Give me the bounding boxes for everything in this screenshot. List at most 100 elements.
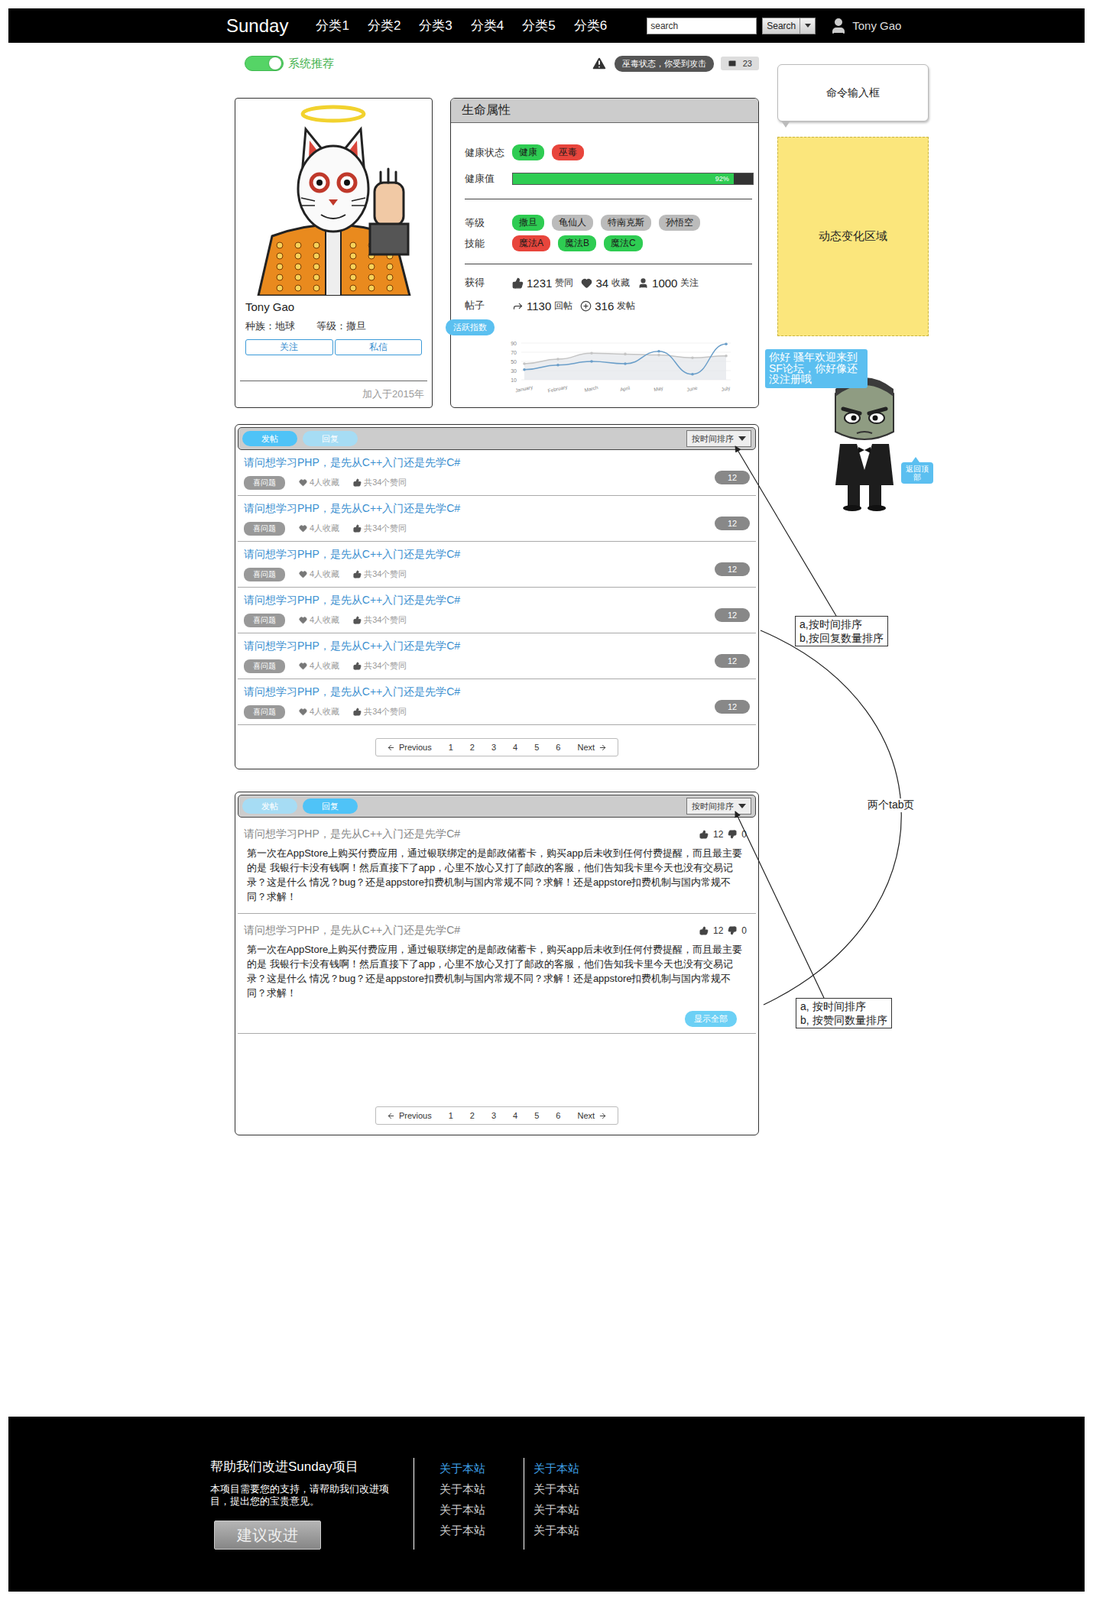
profile-button[interactable]: 私信 (334, 339, 423, 356)
tab-button[interactable]: 回复 (302, 431, 358, 447)
page-button[interactable]: 3 (491, 742, 497, 753)
reply-row: 请问想学习PHP，是先从C++入门还是先学C# 120 第一次在AppStore上购… (237, 817, 756, 915)
user-name: Tony Gao (852, 19, 902, 33)
user-menu[interactable]: Tony Gao (829, 16, 902, 36)
heart-icon (298, 707, 308, 717)
nav-item[interactable]: 分类5 (522, 16, 555, 35)
question-list: 发帖回复按时间排序请问想学习PHP，是先从C++入门还是先学C#喜问题4人收藏共… (234, 424, 759, 770)
footer-link[interactable]: 关于本站 (533, 1499, 618, 1521)
activity-badge: 活跃指数 (445, 319, 495, 336)
command-input-box[interactable]: 命令输入框 (777, 64, 929, 122)
alert-badge[interactable]: 巫毒状态，你受到攻击 (614, 55, 714, 72)
page-button[interactable]: 2 (470, 1111, 475, 1121)
thumbs-up-icon[interactable] (699, 830, 709, 840)
question-tag: 喜问题 (243, 613, 286, 628)
question-row: 请问想学习PHP，是先从C++入门还是先学C#喜问题4人收藏共34个赞同12 (237, 541, 756, 588)
question-title[interactable]: 请问想学习PHP，是先从C++入门还是先学C# (243, 502, 715, 516)
nav-item[interactable]: 分类4 (470, 16, 504, 35)
footer-link[interactable]: 关于本站 (439, 1478, 524, 1500)
page-button[interactable]: 6 (555, 1111, 561, 1121)
question-title[interactable]: 请问想学习PHP，是先从C++入门还是先学C# (243, 593, 715, 608)
skill-tag: 魔法C (603, 235, 643, 252)
footer-link[interactable]: 关于本站 (439, 1499, 524, 1521)
likes-count: 共34个赞同 (353, 476, 407, 489)
reply-title[interactable]: 请问想学习PHP，是先从C++入门还是先学C# (243, 827, 461, 842)
favorites-count: 4人收藏 (298, 614, 340, 626)
search-dropdown[interactable] (799, 18, 815, 34)
search-input[interactable] (646, 17, 757, 35)
question-tag: 喜问题 (243, 567, 286, 582)
likes-count: 共34个赞同 (353, 568, 407, 581)
reply-body: 第一次在AppStore上购买付费应用，通过银联绑定的是邮政储蓄卡，购买app后… (246, 846, 747, 905)
hp-row: 健康值92% (464, 171, 754, 187)
side-column: 命令输入框动态变化区域你好 骚年欢迎来到SF论坛，你好像还没注册哦返回顶部 (777, 42, 929, 1418)
stat-icon (580, 277, 593, 289)
page-button[interactable]: 3 (491, 1111, 497, 1121)
page-button[interactable]: 5 (534, 1111, 539, 1121)
profile-button[interactable]: 关注 (245, 339, 334, 356)
svg-text:30: 30 (510, 368, 517, 374)
footer-link[interactable]: 关于本站 (533, 1458, 618, 1479)
search-button[interactable]: Search (762, 18, 800, 34)
nav-item[interactable]: 分类2 (367, 16, 401, 35)
toggle-switch[interactable] (244, 55, 284, 72)
question-row: 请问想学习PHP，是先从C++入门还是先学C#喜问题4人收藏共34个赞同12 (237, 496, 756, 542)
thumbs-down-icon[interactable] (727, 830, 737, 840)
footer-link[interactable]: 关于本站 (533, 1520, 618, 1541)
greeting-bubble: 你好 骚年欢迎来到SF论坛，你好像还没注册哦 (765, 349, 868, 389)
next-button[interactable]: Next (577, 1111, 607, 1121)
stat-item: 1000关注 (637, 276, 699, 290)
page-button[interactable]: 6 (555, 742, 561, 753)
nav-item[interactable]: 分类6 (574, 16, 607, 35)
likes-count: 共34个赞同 (353, 660, 407, 672)
question-title[interactable]: 请问想学习PHP，是先从C++入门还是先学C# (243, 548, 715, 562)
nav-item[interactable]: 分类3 (418, 16, 452, 35)
page-button[interactable]: 4 (512, 1111, 518, 1121)
page-button[interactable]: 4 (512, 742, 518, 753)
question-tag: 喜问题 (243, 522, 286, 536)
question-title[interactable]: 请问想学习PHP，是先从C++入门还是先学C# (243, 639, 715, 654)
sort-dropdown[interactable]: 按时间排序 (686, 797, 752, 815)
annotation-note: a,按时间排序b,按回复数量排序 (794, 616, 889, 647)
nav-item[interactable]: 分类1 (315, 16, 349, 35)
thumbs-up-icon (353, 524, 362, 533)
stat-item: 1130回帖 (512, 299, 573, 313)
likes-count: 共34个赞同 (353, 522, 407, 535)
question-title[interactable]: 请问想学习PHP，是先从C++入门还是先学C# (243, 685, 715, 700)
question-title[interactable]: 请问想学习PHP，是先从C++入门还是先学C# (243, 456, 715, 471)
back-to-top-button[interactable]: 返回顶部 (901, 462, 934, 484)
next-button[interactable]: Next (577, 742, 607, 753)
previous-button[interactable]: Previous (386, 1111, 432, 1121)
suggest-button[interactable]: 建议改进 (214, 1521, 322, 1551)
thumbs-up-icon (353, 616, 362, 625)
thumbs-down-icon[interactable] (727, 926, 737, 936)
votes: 120 (699, 829, 747, 841)
svg-text:April: April (619, 385, 631, 394)
mail-icon (727, 58, 737, 69)
footer-link[interactable]: 关于本站 (439, 1458, 524, 1479)
tab-button[interactable]: 回复 (302, 798, 358, 815)
page-button[interactable]: 2 (470, 742, 475, 753)
likes-count: 共34个赞同 (353, 706, 407, 718)
page-button[interactable]: 1 (448, 1111, 454, 1121)
footer-divider (413, 1458, 415, 1551)
tab-button[interactable]: 发帖 (242, 431, 298, 447)
skill-tag: 魔法B (557, 235, 597, 252)
previous-button[interactable]: Previous (386, 742, 432, 753)
page-button[interactable]: 5 (534, 742, 539, 753)
reply-title[interactable]: 请问想学习PHP，是先从C++入门还是先学C# (243, 924, 461, 938)
thumbs-up-icon[interactable] (699, 926, 709, 936)
svg-text:June: June (686, 385, 699, 393)
pagination: Previous 1 2 3 4 5 6 Next (375, 1106, 619, 1126)
show-all-button[interactable]: 显示全部 (684, 1011, 737, 1028)
mail-badge[interactable]: 23 (720, 56, 759, 71)
logo[interactable]: Sunday (226, 15, 289, 37)
footer-link[interactable]: 关于本站 (533, 1478, 618, 1500)
stat-icon (580, 300, 592, 312)
tab-button[interactable]: 发帖 (242, 798, 298, 815)
sort-dropdown[interactable]: 按时间排序 (686, 430, 752, 448)
joined-date: 加入于2015年 (240, 380, 428, 408)
footer-link[interactable]: 关于本站 (439, 1520, 524, 1541)
dropdown-caret-icon (738, 804, 746, 809)
page-button[interactable]: 1 (448, 742, 454, 753)
